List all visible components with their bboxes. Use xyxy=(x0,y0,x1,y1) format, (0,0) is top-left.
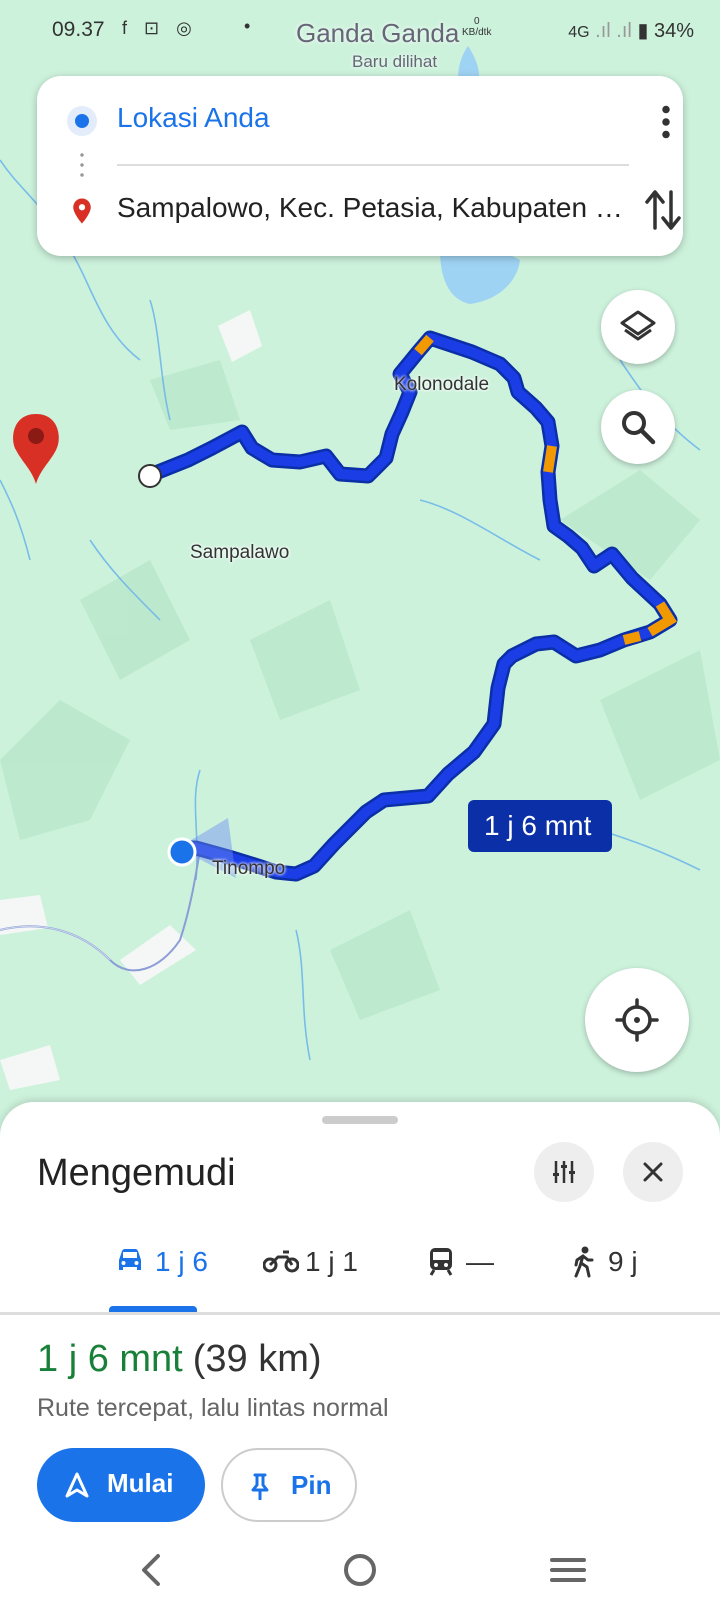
directions-sheet: Mengemudi 1 j 6 1 j 1 — 9 j 1 j 6 mnt (3… xyxy=(0,1102,720,1612)
motorcycle-icon xyxy=(263,1250,299,1273)
sheet-drag-handle[interactable] xyxy=(322,1116,398,1124)
recents-menu-icon[interactable] xyxy=(548,1550,588,1590)
directions-card: Lokasi Anda Sampalowo, Kec. Petasia, Kab… xyxy=(37,76,683,256)
layers-icon xyxy=(620,310,656,341)
status-time: 09.37 xyxy=(52,18,105,41)
pin-button-label: Pin xyxy=(291,1470,332,1500)
battery-icon: ▮ xyxy=(637,20,649,42)
notification-icons: f ⊡ ◎ xyxy=(122,18,198,38)
eta-bubble[interactable]: 1 j 6 mnt xyxy=(468,800,612,852)
route-duration: 1 j 6 mnt xyxy=(37,1338,183,1380)
layers-button[interactable] xyxy=(601,290,675,364)
route-distance: (39 km) xyxy=(192,1338,322,1380)
route-dots-icon xyxy=(80,150,84,180)
tab-motorcycle-label: 1 j 1 xyxy=(305,1246,358,1277)
destination-field[interactable]: Sampalowo, Kec. Petasia, Kabupaten Morow… xyxy=(117,192,637,224)
status-bar: 09.37 f ⊡ ◎ • 0 KB/dtk 4G .ıl .ıl ▮ 34% xyxy=(0,0,720,62)
net-speed-indicator: 0 KB/dtk xyxy=(462,16,491,38)
pin-icon xyxy=(251,1473,269,1500)
place-label-tinompo[interactable]: Tinompo xyxy=(212,858,285,880)
card-divider xyxy=(117,164,629,166)
place-label-sampalawo[interactable]: Sampalawo xyxy=(190,542,289,564)
tab-driving[interactable]: 1 j 6 xyxy=(115,1244,215,1284)
home-icon[interactable] xyxy=(340,1550,380,1590)
tab-transit[interactable]: — xyxy=(428,1244,508,1284)
tab-walking[interactable]: 9 j xyxy=(572,1244,652,1284)
tab-divider xyxy=(0,1312,720,1315)
net-speed-unit: KB/dtk xyxy=(462,27,492,38)
battery-percent: 34% xyxy=(653,20,694,42)
destination-pin-icon xyxy=(73,198,91,224)
place-label-kolonodale[interactable]: Kolonodale xyxy=(394,374,489,396)
net-speed-value: 0 xyxy=(473,16,480,27)
my-location-button[interactable] xyxy=(585,968,689,1072)
pin-button[interactable]: Pin xyxy=(221,1448,357,1522)
system-nav-bar xyxy=(0,1540,720,1612)
transit-icon xyxy=(429,1248,453,1276)
route-options-button[interactable] xyxy=(534,1142,594,1202)
search-icon xyxy=(622,411,656,445)
origin-field[interactable]: Lokasi Anda xyxy=(117,102,270,134)
search-along-route-button[interactable] xyxy=(601,390,675,464)
origin-location-icon xyxy=(67,106,97,136)
back-icon[interactable] xyxy=(134,1550,168,1590)
my-location-icon xyxy=(615,998,659,1042)
close-icon xyxy=(643,1162,663,1182)
route-summary[interactable]: 1 j 6 mnt (39 km) xyxy=(37,1338,322,1381)
status-dot: • xyxy=(244,16,251,36)
walk-icon xyxy=(574,1246,594,1278)
close-directions-button[interactable] xyxy=(623,1142,683,1202)
more-options-icon[interactable] xyxy=(651,102,681,142)
tab-motorcycle[interactable]: 1 j 1 xyxy=(263,1244,363,1284)
navigation-arrow-icon xyxy=(65,1472,89,1498)
start-button[interactable]: Mulai xyxy=(37,1448,205,1522)
tune-icon xyxy=(553,1161,575,1183)
car-icon xyxy=(119,1249,141,1270)
tab-walking-label: 9 j xyxy=(608,1246,638,1277)
swap-icon[interactable] xyxy=(643,188,683,232)
route-description: Rute tercepat, lalu lintas normal xyxy=(37,1394,389,1422)
tab-transit-label: — xyxy=(466,1246,494,1277)
start-button-label: Mulai xyxy=(107,1468,174,1498)
eta-label: 1 j 6 mnt xyxy=(484,810,592,841)
status-right: 4G .ıl .ıl ▮ 34% xyxy=(568,18,694,43)
tab-driving-label: 1 j 6 xyxy=(155,1246,208,1277)
travel-mode-title: Mengemudi xyxy=(37,1152,236,1194)
network-type: 4G xyxy=(568,24,590,41)
signal-icon: .ıl .ıl xyxy=(595,20,632,42)
